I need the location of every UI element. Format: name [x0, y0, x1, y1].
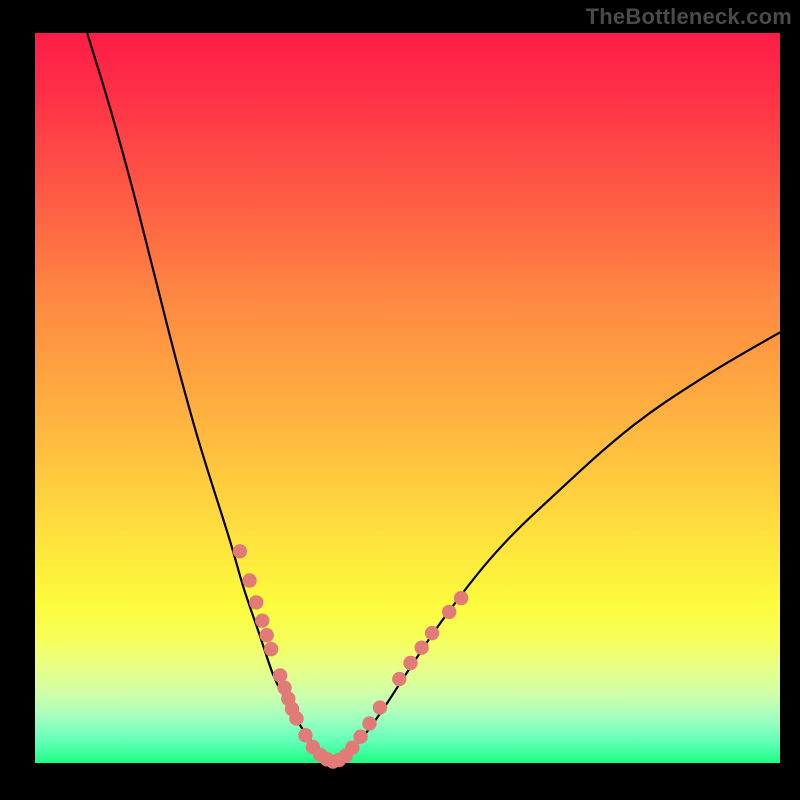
marker-dot — [242, 573, 256, 587]
marker-dot — [454, 591, 468, 605]
marker-dot — [392, 672, 406, 686]
marker-dot — [255, 613, 269, 627]
marker-dot — [362, 716, 376, 730]
marker-dots-group — [233, 544, 469, 769]
marker-dot — [264, 642, 278, 656]
marker-dot — [249, 595, 263, 609]
marker-dot — [403, 656, 417, 670]
marker-dot — [442, 605, 456, 619]
marker-dot — [353, 730, 367, 744]
right-branch-curve — [333, 332, 780, 761]
curve-layer — [35, 33, 780, 763]
marker-dot — [259, 628, 273, 642]
marker-dot — [414, 640, 428, 654]
marker-dot — [273, 668, 287, 682]
marker-dot — [425, 626, 439, 640]
marker-dot — [373, 700, 387, 714]
marker-dot — [233, 544, 247, 558]
plot-area — [35, 33, 780, 763]
marker-dot — [289, 711, 303, 725]
watermark-text: TheBottleneck.com — [586, 4, 792, 30]
chart-frame: TheBottleneck.com — [0, 0, 800, 800]
left-branch-curve — [87, 33, 333, 762]
